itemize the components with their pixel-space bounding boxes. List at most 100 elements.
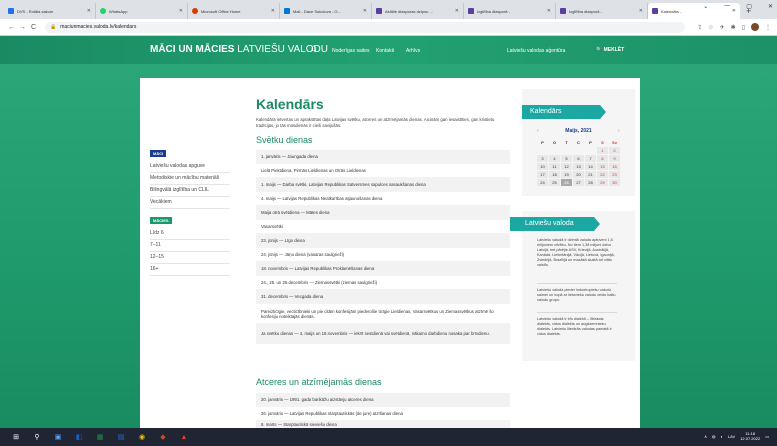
volume-icon[interactable]: ◗ (721, 434, 723, 439)
tab-close-icon[interactable]: ✕ (363, 8, 367, 14)
sidebar-item[interactable]: Metodiskie un mācību materiāli (150, 173, 230, 185)
calendar-day[interactable]: 7 (585, 155, 596, 162)
calendar-day[interactable]: 3 (537, 155, 548, 162)
calendar-day[interactable]: 10 (537, 163, 548, 170)
puzzle-icon[interactable]: ✱ (731, 24, 736, 31)
calendar-day[interactable]: 20 (573, 171, 584, 178)
nav-link-useful[interactable]: Noderīgas saites (332, 48, 370, 54)
excel-icon[interactable]: ▦ (92, 428, 108, 446)
language-indicator[interactable]: LAV (728, 434, 735, 439)
calendar-day[interactable]: 24 (537, 179, 548, 186)
logo-bold-text: MĀCI UN MĀCIES (150, 44, 235, 55)
calendar-day[interactable]: 5 (561, 155, 572, 162)
extension-icon[interactable]: ✈ (720, 24, 725, 31)
tab-title: Aktālie diasporas dzīpsu ... (385, 8, 433, 14)
browser-tab[interactable]: Aktālie diasporas dzīpsu ... ✕ (372, 3, 464, 19)
calendar-day[interactable]: 13 (573, 163, 584, 170)
reload-icon[interactable]: C (28, 24, 39, 31)
tab-favicon-icon (652, 8, 658, 14)
system-tray: ∧ ◍ ◗ LAV 11:18 12.07.2022 ▭ (704, 431, 769, 441)
holiday-note-row: Pareizticīgie, vecticībnieki un pie citā… (256, 304, 510, 324)
calendar-day[interactable]: 19 (561, 171, 572, 178)
browser-tab[interactable]: Microsoft Office Home ✕ (188, 3, 280, 19)
sidebar-item[interactable]: Vecākiem (150, 197, 230, 209)
calendar-day[interactable]: 21 (585, 171, 596, 178)
calendar-day[interactable]: 14 (585, 163, 596, 170)
calendar-day[interactable]: 22 (597, 171, 608, 178)
calendar-day[interactable]: 27 (573, 179, 584, 186)
network-icon[interactable]: ◍ (712, 434, 716, 439)
tab-close-icon[interactable]: ✕ (547, 8, 551, 14)
search-icon[interactable]: ⚲ (29, 428, 45, 446)
sidebar-item[interactable]: Latviešu valodas apguve (150, 161, 230, 173)
browser-tab[interactable]: DVS - Rotāla sakum ✕ (4, 3, 96, 19)
tab-close-icon[interactable]: ✕ (455, 8, 459, 14)
sidebar-item[interactable]: 7–11 (150, 240, 230, 252)
back-arrow-icon[interactable]: ← (6, 24, 17, 31)
calendar-day[interactable]: 17 (537, 171, 548, 178)
browser-tab[interactable]: WhatsApp ✕ (96, 3, 188, 19)
calendar-day[interactable]: 26 (561, 179, 572, 186)
task-view-icon[interactable]: ▣ (50, 428, 66, 446)
browser-tab[interactable]: Izglītība diasporā - ✕ (556, 3, 648, 19)
calendar-day[interactable]: 9 (609, 155, 620, 162)
calendar-day[interactable]: 12 (561, 163, 572, 170)
nav-link-contacts[interactable]: Kontakti (376, 48, 394, 54)
calendar-day[interactable]: 23 (609, 171, 620, 178)
windows-start-icon[interactable]: ⊞ (8, 428, 24, 446)
calendar-day[interactable]: 15 (597, 163, 608, 170)
powerpoint-icon[interactable]: ◆ (155, 428, 171, 446)
tab-search-icon[interactable]: ⌄ (703, 3, 708, 10)
clock[interactable]: 11:18 12.07.2022 (740, 431, 760, 441)
calendar-day[interactable]: 29 (597, 179, 608, 186)
tab-close-icon[interactable]: ✕ (179, 8, 183, 14)
close-window-button[interactable]: ✕ (768, 3, 773, 10)
calendar-next-icon[interactable]: › (618, 128, 620, 134)
calendar-day[interactable]: 2 (609, 147, 620, 154)
chrome-icon[interactable]: ◉ (134, 428, 150, 446)
calendar-day[interactable]: 30 (609, 179, 620, 186)
calendar-day[interactable]: 18 (549, 171, 560, 178)
outlook-icon[interactable]: ◧ (71, 428, 87, 446)
acrobat-icon[interactable]: ▲ (176, 428, 192, 446)
share-icon[interactable]: ⇪ (697, 24, 702, 31)
windows-taskbar: ⊞ ⚲ ▣ ◧ ▦ ▤ ◉ ◆ ▲ ∧ ◍ ◗ LAV 11:18 12.07.… (0, 428, 777, 446)
sidebar-item[interactable]: 16+ (150, 264, 230, 276)
tab-close-icon[interactable]: ✕ (271, 8, 275, 14)
nav-link-agency[interactable]: Latviešu valodas aģentūra (507, 48, 565, 54)
sidebar-item[interactable]: 12–15 (150, 252, 230, 264)
notifications-icon[interactable]: ▭ (765, 434, 769, 439)
calendar-day[interactable]: 8 (597, 155, 608, 162)
tab-favicon-icon (100, 8, 106, 14)
tab-close-icon[interactable]: ✕ (87, 8, 91, 14)
sidebar-item[interactable]: Bilingvālā izglītība un CLIL (150, 185, 230, 197)
search-button[interactable]: 🔍 MEKLĒT (596, 47, 624, 53)
main-content: Kalendārs Kalendārā ietvertas un aprakst… (256, 96, 510, 344)
calendar-day[interactable]: 11 (549, 163, 560, 170)
url-input[interactable]: 🔒 maciunmacies.valoda.lv/kalendars (45, 21, 685, 33)
browser-tab[interactable]: Mail - Dace Sokolova - O... ✕ (280, 3, 372, 19)
tray-chevron-icon[interactable]: ∧ (704, 434, 707, 439)
calendar-day[interactable]: 28 (585, 179, 596, 186)
sidebar-item[interactable]: Līdz 6 (150, 228, 230, 240)
calendar-day[interactable]: 16 (609, 163, 620, 170)
browser-tab[interactable]: Izglītība diasporā - ✕ (464, 3, 556, 19)
nav-link-archive[interactable]: Arhīvs (406, 48, 420, 54)
sidebar-icon[interactable]: ▯ (742, 24, 745, 31)
menu-dots-icon[interactable]: ⋮ (765, 24, 771, 31)
site-logo[interactable]: MĀCI UN MĀCIES LATVIEŠU VALODU (150, 44, 328, 55)
bookmark-star-icon[interactable]: ☆ (708, 24, 713, 31)
calendar-day[interactable]: 4 (549, 155, 560, 162)
forward-arrow-icon[interactable]: → (17, 24, 28, 31)
profile-avatar[interactable] (751, 23, 759, 31)
minimize-button[interactable]: — (724, 3, 730, 10)
calendar-day[interactable]: 25 (549, 179, 560, 186)
tab-close-icon[interactable]: ✕ (639, 8, 643, 14)
word-icon[interactable]: ▤ (113, 428, 129, 446)
calendar-day[interactable]: 1 (597, 147, 608, 154)
tab-title: Izglītība diasporā - (477, 8, 510, 14)
home-icon[interactable]: ⌂ (311, 43, 317, 54)
url-text: maciunmacies.valoda.lv/kalendars (60, 24, 137, 30)
calendar-day[interactable]: 6 (573, 155, 584, 162)
maximize-button[interactable]: ▢ (746, 3, 752, 10)
